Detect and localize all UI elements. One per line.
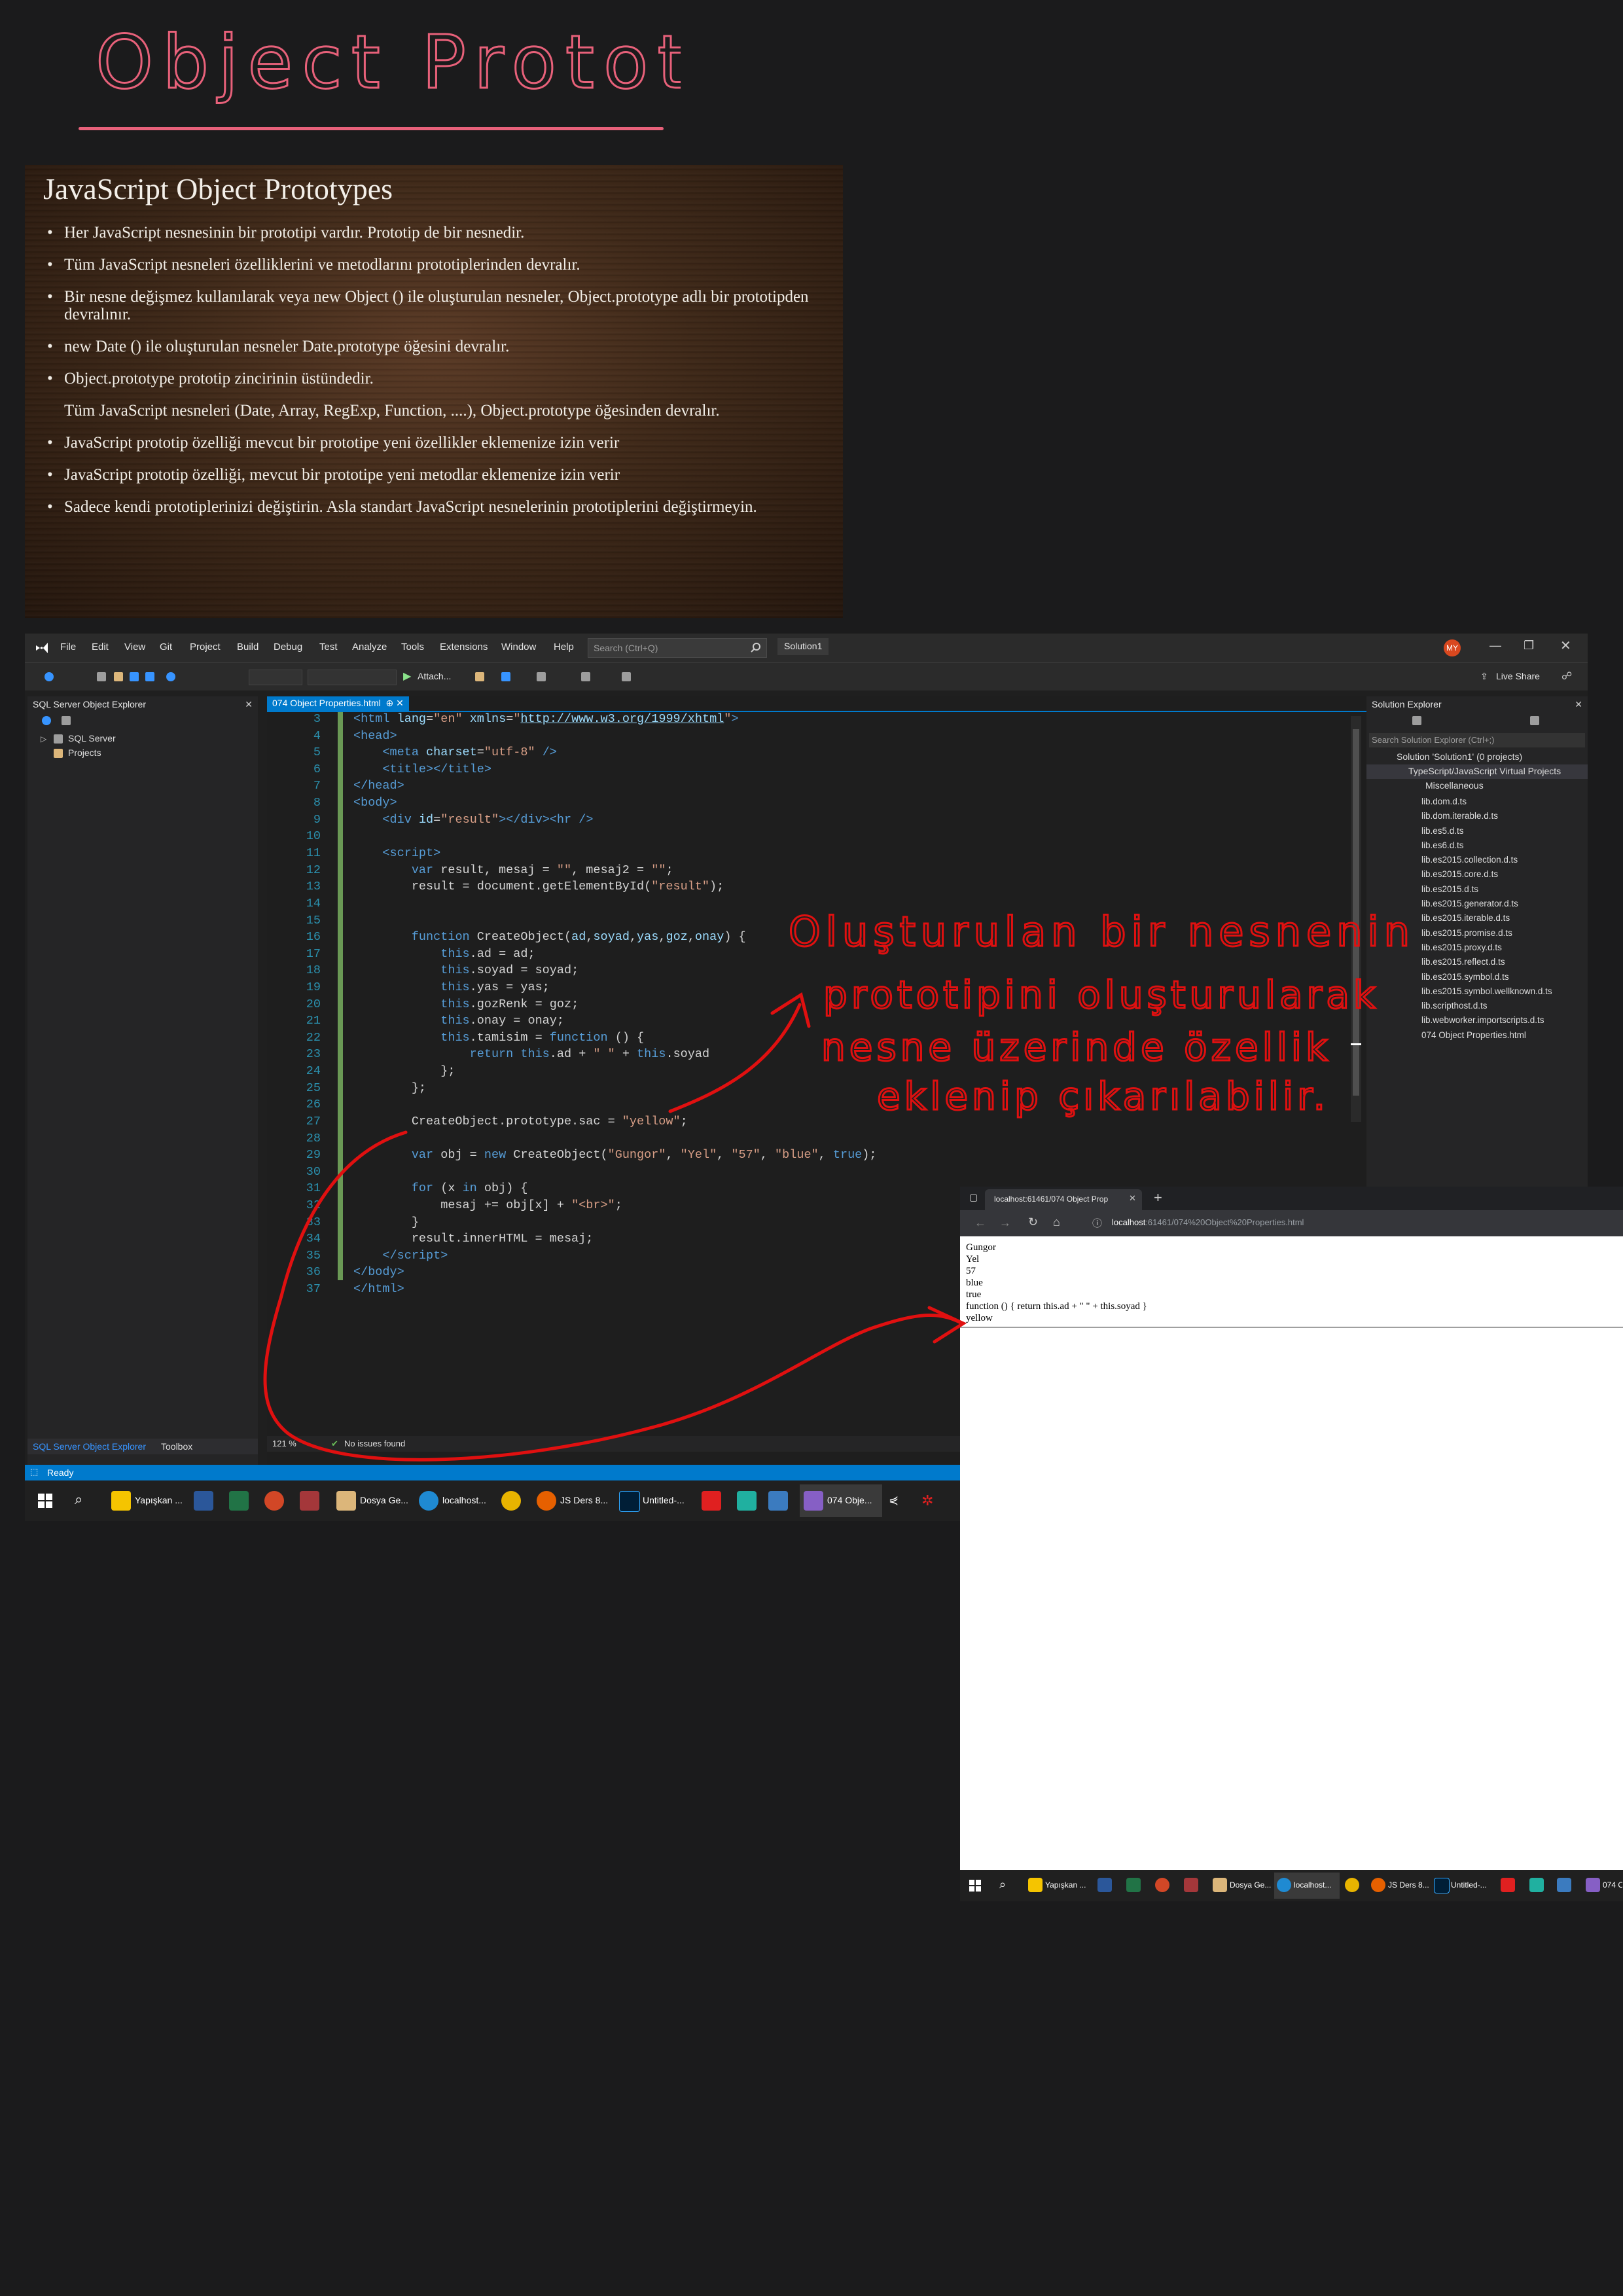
- ink-arrow-up: [668, 1003, 802, 1113]
- ink-text-line: Oluşturulan bir nesnenin: [789, 908, 1415, 956]
- ink-text-line: nesne üzerinde özellik: [821, 1025, 1332, 1069]
- ink-text-line: eklenip çıkarılabilir.: [877, 1074, 1329, 1119]
- ink-arrow-curve: [263, 1130, 964, 1462]
- ink-text-line: prototipini oluşturularak: [823, 973, 1380, 1017]
- ink-arrowhead-right: [927, 1306, 967, 1344]
- ink-annotation: Oluşturulan bir nesnenin prototipini olu…: [263, 907, 1415, 1462]
